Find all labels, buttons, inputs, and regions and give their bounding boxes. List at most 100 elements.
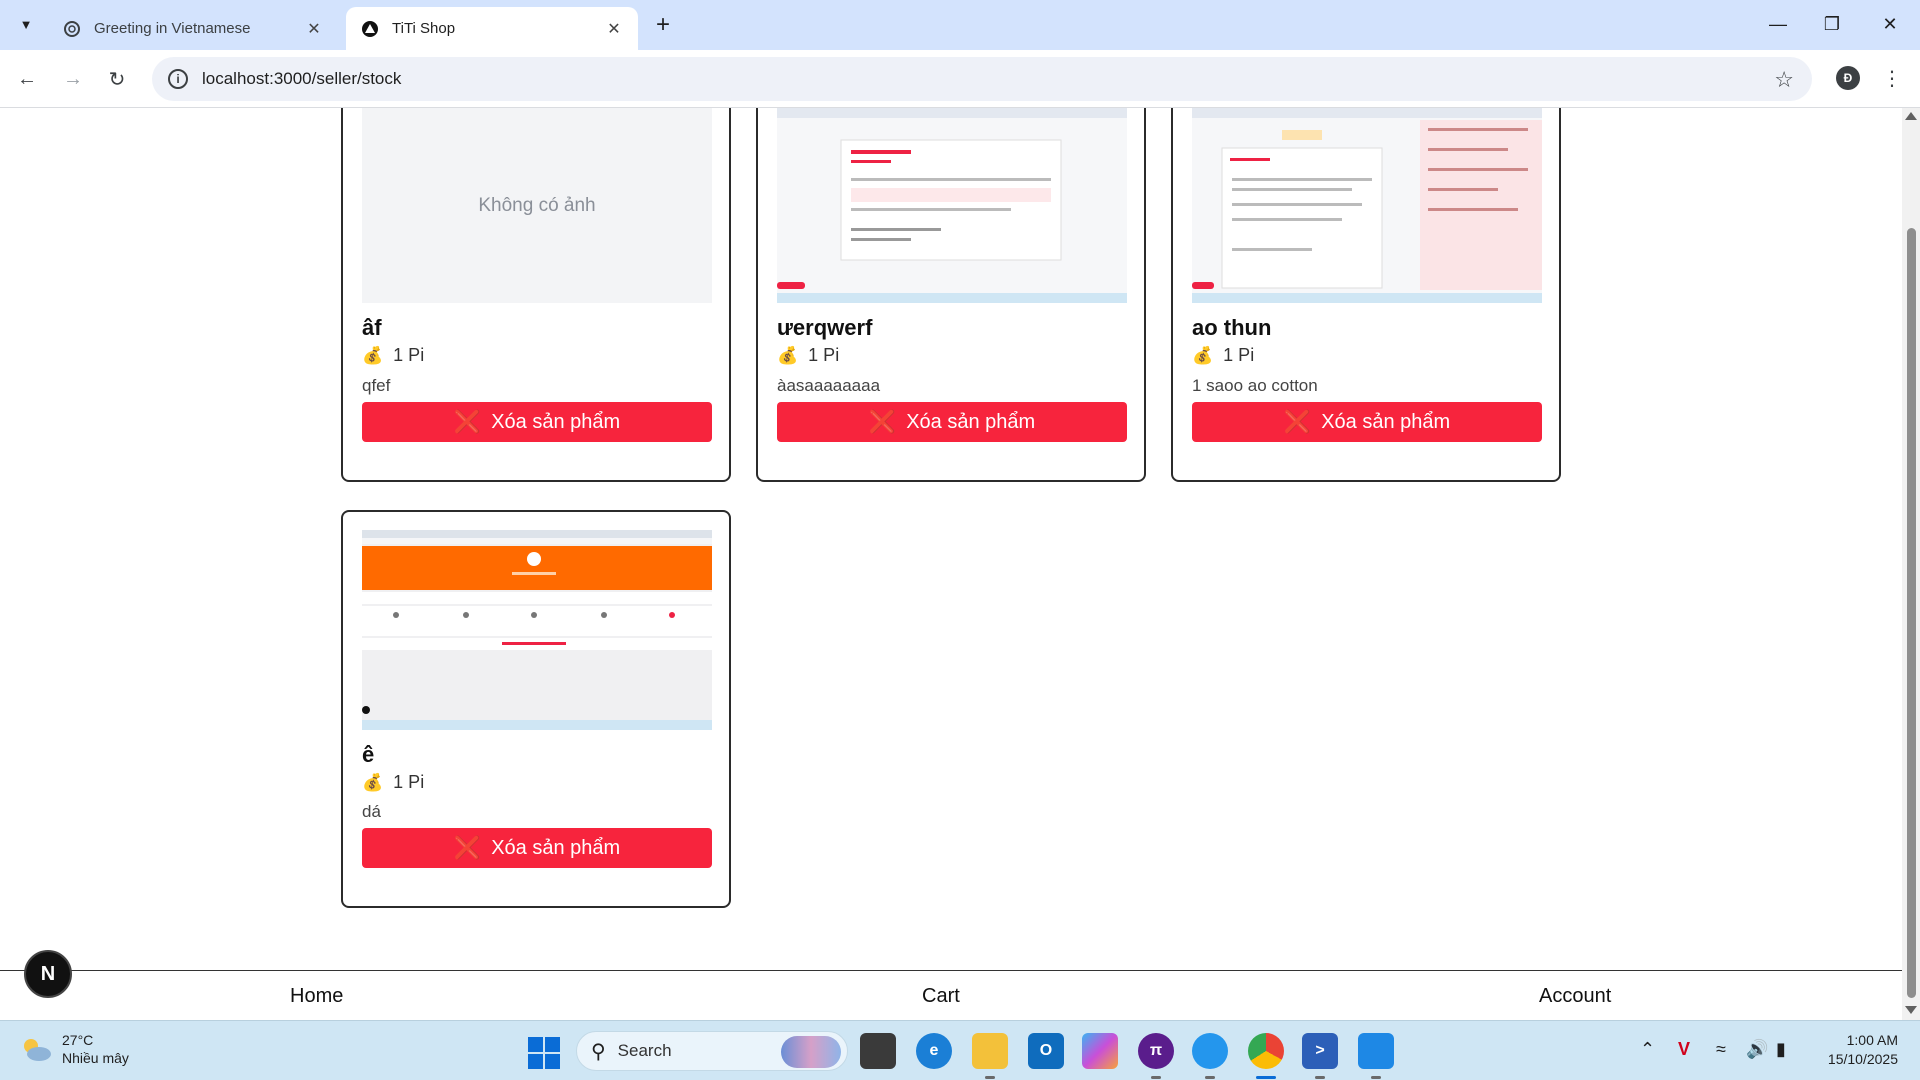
- product-card: ưerqwerf 💰 1 Pi àasaaaaaaaa ❌ Xóa sản ph…: [756, 108, 1146, 482]
- task-view-icon[interactable]: [860, 1033, 896, 1069]
- money-bag-icon: 💰: [1192, 345, 1214, 365]
- product-image: [777, 108, 1127, 303]
- product-name: ưerqwerf: [777, 315, 873, 340]
- restore-icon[interactable]: ❐: [1812, 8, 1852, 40]
- cross-mark-icon: ❌: [453, 835, 482, 860]
- paint-app-icon[interactable]: [1358, 1033, 1394, 1079]
- product-image: [1192, 108, 1542, 303]
- price-text: 1 Pi: [1223, 345, 1255, 365]
- no-image-text: Không có ảnh: [478, 194, 596, 216]
- taskbar-search-box[interactable]: ⚲ Search: [576, 1031, 848, 1071]
- price-text: 1 Pi: [393, 345, 425, 365]
- nav-home-link[interactable]: Home: [290, 985, 343, 1008]
- delete-product-button[interactable]: ❌ Xóa sản phẩm: [1192, 402, 1542, 442]
- wifi-icon[interactable]: ≈: [1716, 1039, 1726, 1060]
- close-icon[interactable]: ✕: [304, 19, 324, 39]
- tab-titi-shop[interactable]: TiTi Shop ✕: [346, 7, 638, 50]
- product-description: qfef: [362, 376, 391, 395]
- search-label: Search: [617, 1041, 672, 1060]
- profile-avatar[interactable]: Đ: [1836, 66, 1860, 90]
- volume-icon[interactable]: 🔊: [1746, 1039, 1768, 1060]
- reload-icon[interactable]: ↻: [102, 64, 132, 94]
- product-description: àasaaaaaaaa: [777, 376, 881, 395]
- product-description: 1 saoo ao cotton: [1192, 376, 1318, 395]
- window-close-icon[interactable]: ✕: [1870, 8, 1910, 40]
- tab-greeting[interactable]: Greeting in Vietnamese ✕: [48, 7, 338, 50]
- delete-product-button[interactable]: ❌ Xóa sản phẩm: [362, 402, 712, 442]
- clock-date: 15/10/2025: [1827, 1051, 1898, 1067]
- nextjs-dev-badge[interactable]: N: [24, 950, 72, 998]
- scroll-down-arrow-icon[interactable]: [1905, 1006, 1917, 1014]
- weather-widget[interactable]: 27°C Nhiều mây: [20, 1031, 129, 1067]
- system-clock[interactable]: 1:00 AM 15/10/2025: [1808, 1031, 1898, 1069]
- delete-label: Xóa sản phẩm: [1321, 410, 1451, 433]
- money-bag-icon: 💰: [777, 345, 799, 365]
- search-highlight-image: [781, 1036, 841, 1068]
- browser-tab-bar: ▼ Greeting in Vietnamese ✕ TiTi Shop ✕ +…: [0, 0, 1920, 50]
- no-image-placeholder: Không có ảnh: [362, 108, 712, 303]
- chrome-icon[interactable]: [1248, 1033, 1284, 1079]
- cross-mark-icon: ❌: [868, 409, 897, 434]
- product-card: ao thun 💰 1 Pi 1 saoo ao cotton ❌ Xóa sả…: [1171, 108, 1561, 482]
- product-price: 💰 1 Pi: [362, 772, 424, 793]
- bottom-nav: Home Cart Account: [0, 970, 1902, 1020]
- nav-cart-link[interactable]: Cart: [922, 985, 960, 1008]
- delete-product-button[interactable]: ❌ Xóa sản phẩm: [362, 828, 712, 868]
- battery-icon[interactable]: ▮: [1776, 1039, 1786, 1060]
- weather-temperature: 27°C: [62, 1032, 94, 1048]
- cross-mark-icon: ❌: [453, 409, 482, 434]
- minimize-icon[interactable]: —: [1758, 8, 1798, 40]
- delete-label: Xóa sản phẩm: [906, 410, 1036, 433]
- product-card: ê 💰 1 Pi dá ❌ Xóa sản phẩm: [341, 510, 731, 908]
- delete-product-button[interactable]: ❌ Xóa sản phẩm: [777, 402, 1127, 442]
- new-tab-plus-icon[interactable]: +: [650, 11, 676, 38]
- copilot-icon[interactable]: [1082, 1033, 1118, 1069]
- product-card: Không có ảnh âf 💰 1 Pi qfef ❌ Xóa sản ph…: [341, 108, 731, 482]
- product-name: ê: [362, 742, 375, 767]
- scroll-up-arrow-icon[interactable]: [1905, 112, 1917, 120]
- nextjs-icon: [360, 19, 380, 39]
- windows-taskbar: 27°C Nhiều mây ⚲ Search e O π > ⌃ V ≈ 🔊 …: [0, 1020, 1920, 1080]
- search-icon: ⚲: [591, 1040, 606, 1063]
- cloudy-weather-icon: [20, 1035, 52, 1063]
- address-bar[interactable]: i localhost:3000/seller/stock ☆: [152, 57, 1812, 101]
- outlook-icon[interactable]: O: [1028, 1033, 1064, 1069]
- windows-start-icon[interactable]: [528, 1037, 560, 1069]
- money-bag-icon: 💰: [362, 345, 384, 365]
- more-menu-icon[interactable]: ⋮: [1882, 64, 1902, 92]
- edge-browser-icon[interactable]: e: [916, 1033, 952, 1069]
- powershell-icon[interactable]: >: [1302, 1033, 1338, 1079]
- page-scrollbar[interactable]: [1902, 108, 1920, 1020]
- product-name: âf: [362, 315, 382, 340]
- nav-account-link[interactable]: Account: [1539, 985, 1611, 1008]
- cross-mark-icon: ❌: [1283, 409, 1312, 434]
- price-text: 1 Pi: [393, 772, 425, 792]
- tab-search-chevron-icon[interactable]: ▼: [12, 10, 40, 38]
- back-arrow-icon[interactable]: ←: [12, 64, 42, 94]
- tab-title: Greeting in Vietnamese: [94, 20, 251, 37]
- clock-time: 1:00 AM: [1846, 1032, 1898, 1048]
- product-image: [362, 530, 712, 730]
- scrollbar-thumb[interactable]: [1907, 228, 1916, 998]
- url-text[interactable]: localhost:3000/seller/stock: [202, 69, 401, 89]
- pi-browser-icon[interactable]: π: [1138, 1033, 1174, 1079]
- show-hidden-icons-chevron-icon[interactable]: ⌃: [1640, 1039, 1655, 1060]
- close-icon[interactable]: ✕: [604, 19, 624, 39]
- money-bag-icon: 💰: [362, 772, 384, 792]
- chatgpt-icon: [62, 19, 82, 39]
- forward-arrow-icon[interactable]: →: [58, 64, 88, 94]
- page-viewport: Không có ảnh âf 💰 1 Pi qfef ❌ Xóa sản ph…: [0, 108, 1920, 1020]
- docker-icon[interactable]: [1192, 1033, 1228, 1079]
- price-text: 1 Pi: [808, 345, 840, 365]
- delete-label: Xóa sản phẩm: [491, 836, 621, 859]
- site-info-icon[interactable]: i: [168, 69, 188, 89]
- weather-description: Nhiều mây: [62, 1050, 129, 1066]
- browser-toolbar: ← → ↻ i localhost:3000/seller/stock ☆ Đ …: [0, 50, 1920, 108]
- bookmark-star-icon[interactable]: ☆: [1774, 67, 1794, 93]
- vivaldi-tray-icon[interactable]: V: [1678, 1039, 1690, 1060]
- product-description: dá: [362, 802, 381, 821]
- product-price: 💰 1 Pi: [362, 345, 424, 366]
- tab-title: TiTi Shop: [392, 20, 456, 37]
- file-explorer-icon[interactable]: [972, 1033, 1008, 1079]
- delete-label: Xóa sản phẩm: [491, 410, 621, 433]
